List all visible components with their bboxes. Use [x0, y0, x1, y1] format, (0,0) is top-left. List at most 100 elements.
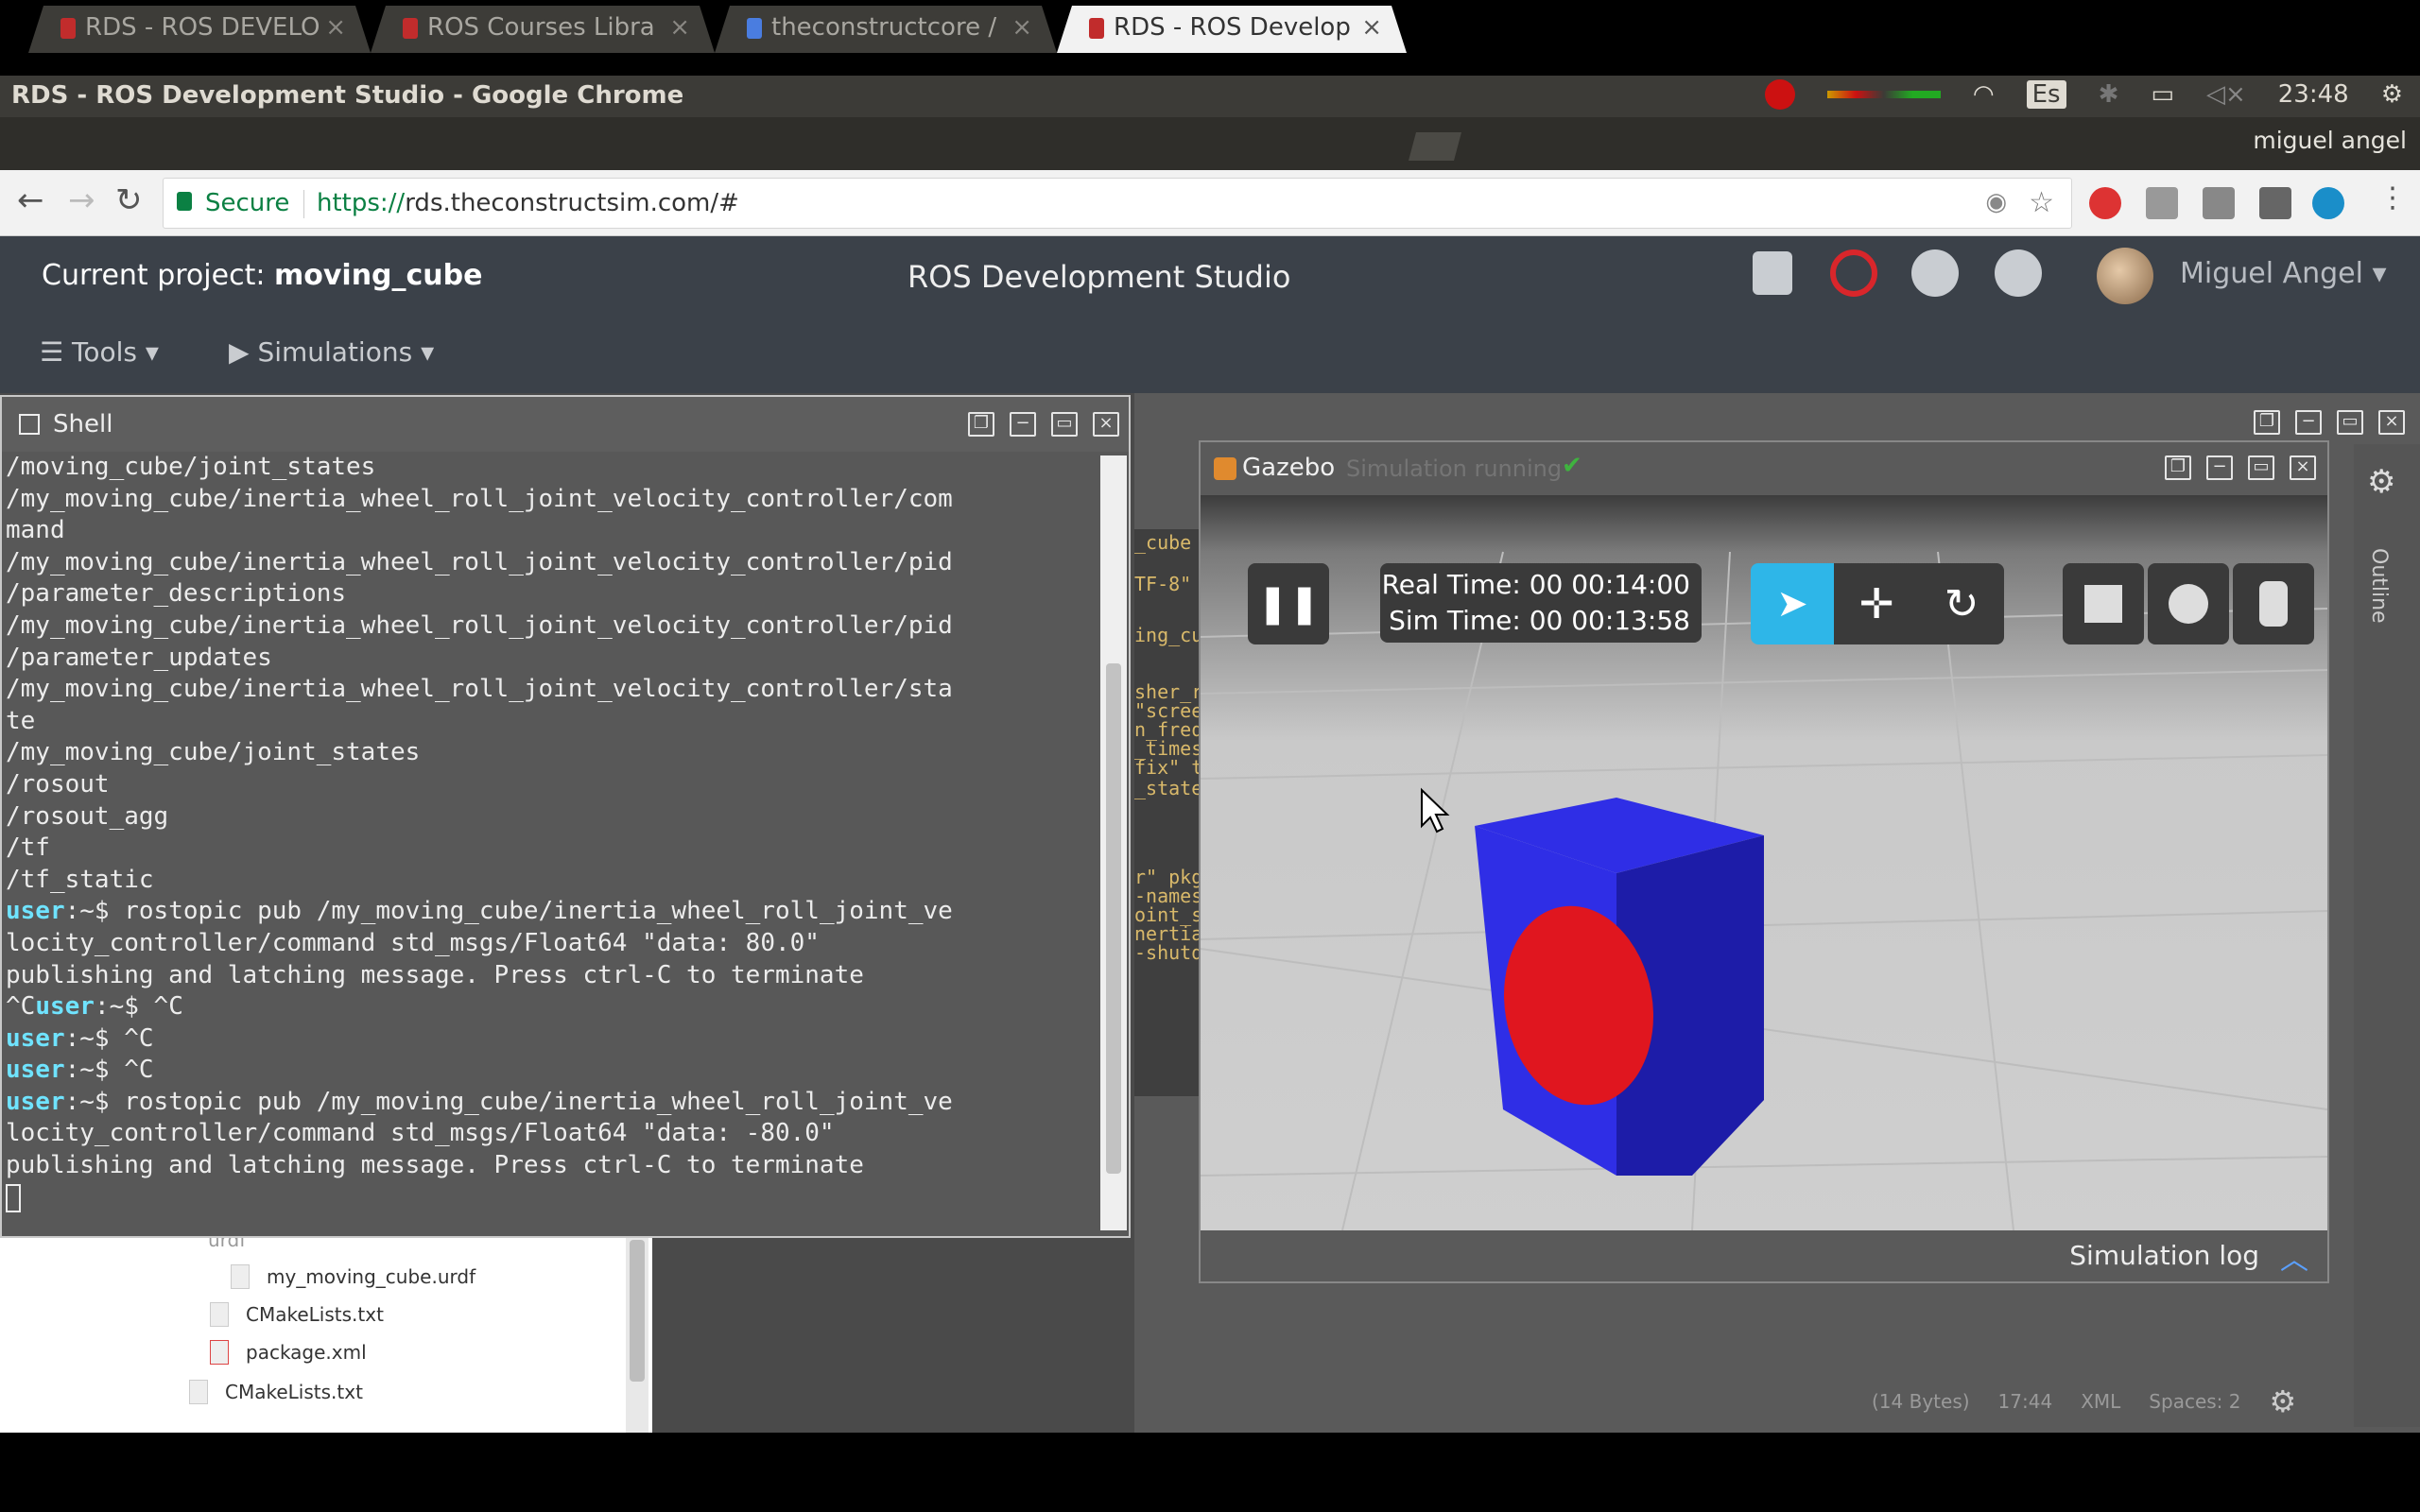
settings-gear-icon[interactable]: ⚙: [2269, 1383, 2296, 1419]
close-icon[interactable]: ×: [2378, 410, 2405, 435]
extension-blue-icon[interactable]: [2312, 187, 2344, 219]
tree-file[interactable]: CMakeLists.txt: [189, 1380, 363, 1404]
insert-sphere-button[interactable]: [2148, 563, 2229, 644]
line-text: mand: [6, 516, 65, 545]
url-field[interactable]: Secure https://rds.theconstructsim.com/#…: [163, 178, 2072, 229]
settings-gear-icon[interactable]: ⚙: [2381, 80, 2403, 109]
eyedropper-icon[interactable]: [2259, 187, 2291, 219]
line-text: locity_controller/command std_msgs/Float…: [6, 928, 820, 957]
terminal-line: publishing and latching message. Press c…: [6, 960, 1102, 992]
keyboard-layout[interactable]: Es: [2026, 80, 2066, 109]
tab-ros-courses[interactable]: ROS Courses Libra ×: [371, 6, 715, 53]
scroll-thumb[interactable]: [1106, 663, 1121, 1174]
terminal-line: locity_controller/command std_msgs/Float…: [6, 928, 1102, 960]
pause-button[interactable]: ❚❚: [1248, 563, 1329, 644]
chevron-up-icon[interactable]: ︿: [2280, 1236, 2308, 1278]
tab-theconstructcore[interactable]: theconstructcore / ×: [715, 6, 1057, 53]
insert-box-button[interactable]: [2063, 563, 2144, 644]
maximize-icon[interactable]: ▭: [2337, 410, 2363, 435]
close-tab-icon[interactable]: ×: [1361, 13, 1382, 42]
cube-model[interactable]: [1475, 798, 1764, 1176]
simulation-viewport[interactable]: ❚❚ Real Time: 00 00:14:00 Sim Time: 00 0…: [1201, 495, 2327, 1230]
restore-icon[interactable]: ❐: [2254, 410, 2280, 435]
tree-scrollbar[interactable]: [626, 1234, 648, 1433]
save-icon[interactable]: [1753, 251, 1792, 295]
clock[interactable]: 23:48: [2278, 80, 2349, 109]
scroll-thumb[interactable]: [630, 1240, 645, 1382]
simulations-menu[interactable]: ▶ Simulations ▾: [229, 336, 434, 368]
file-name: CMakeLists.txt: [225, 1381, 363, 1403]
wifi-icon[interactable]: ◠: [1973, 80, 1995, 109]
terminal-line: locity_controller/command std_msgs/Float…: [6, 1118, 1102, 1150]
lock-icon: [177, 192, 192, 211]
adblock-icon[interactable]: [2089, 187, 2121, 219]
shell-header[interactable]: Shell ❐ − ▭ ×: [2, 397, 1129, 452]
new-tab-button[interactable]: [1409, 132, 1461, 161]
tree-file[interactable]: my_moving_cube.urdf: [231, 1264, 475, 1289]
avatar[interactable]: [2097, 248, 2153, 304]
rds-favicon-icon: [1089, 18, 1104, 39]
clock-icon[interactable]: [1995, 249, 2042, 297]
file-icon: [210, 1302, 229, 1327]
maximize-icon[interactable]: ▭: [1051, 412, 1078, 437]
bluetooth-icon[interactable]: ✱: [2099, 80, 2119, 109]
terminal-scrollbar[interactable]: [1100, 455, 1127, 1230]
back-arrow-icon[interactable]: ←: [17, 181, 44, 219]
volume-icon[interactable]: ◁×: [2206, 80, 2246, 109]
translate-mode-button[interactable]: ✛: [1834, 563, 1919, 644]
sphere-icon: [2169, 584, 2208, 624]
terminal-line: publishing and latching message. Press c…: [6, 1150, 1102, 1182]
site-info-icon[interactable]: ◉: [1985, 188, 2007, 216]
close-icon[interactable]: ×: [1093, 412, 1119, 437]
user-menu[interactable]: Miguel Angel ▾: [2180, 257, 2387, 290]
bookmark-star-icon[interactable]: ☆: [2029, 186, 2054, 219]
close-tab-icon[interactable]: ×: [325, 13, 346, 42]
tools-menu[interactable]: ☰ Tools ▾: [40, 336, 159, 368]
restore-icon[interactable]: ❐: [2165, 455, 2191, 480]
close-tab-icon[interactable]: ×: [1011, 13, 1032, 42]
globe-icon[interactable]: [1911, 249, 1959, 297]
close-icon[interactable]: ×: [2290, 455, 2316, 480]
prompt-user: user: [35, 992, 95, 1022]
code-editor-fragment[interactable]: _cube TF-8" ing_cu sher_r "scree n_freq _times…: [1134, 529, 1201, 1096]
insert-cylinder-button[interactable]: [2233, 563, 2314, 644]
syntax-mode[interactable]: XML: [2081, 1390, 2120, 1413]
outline-label[interactable]: Outline: [2367, 548, 2391, 624]
shell-window: Shell ❐ − ▭ × /moving_cube/joint_states /…: [0, 395, 1131, 1238]
forward-arrow-icon[interactable]: →: [68, 181, 95, 219]
url-scheme: https://: [317, 189, 406, 217]
select-mode-button[interactable]: ➤: [1751, 563, 1834, 644]
minimize-icon[interactable]: −: [1010, 412, 1036, 437]
indent-setting[interactable]: Spaces: 2: [2149, 1390, 2240, 1413]
terminal-line: mand: [6, 515, 1102, 547]
power-icon[interactable]: [1830, 249, 1877, 297]
restore-icon[interactable]: ❐: [968, 412, 994, 437]
line-text: locity_controller/command std_msgs/Float…: [6, 1119, 835, 1148]
maximize-icon[interactable]: ▭: [2248, 455, 2274, 480]
tab-rds-active[interactable]: RDS - ROS Develop ×: [1057, 6, 1407, 53]
tab-rds-1[interactable]: RDS - ROS DEVELO ×: [28, 6, 371, 53]
prompt: user: [6, 1056, 65, 1085]
terminal-cursor[interactable]: [6, 1183, 21, 1212]
rotate-mode-button[interactable]: ↻: [1919, 563, 2004, 644]
simulations-label: Simulations: [257, 336, 413, 368]
tree-file[interactable]: CMakeLists.txt: [210, 1302, 384, 1327]
tree-file[interactable]: package.xml: [210, 1340, 367, 1365]
minimize-icon[interactable]: −: [2206, 455, 2233, 480]
evernote-icon[interactable]: [2203, 187, 2235, 219]
chrome-menu-icon[interactable]: ⋮: [2378, 181, 2407, 215]
terminal-output[interactable]: /moving_cube/joint_states/my_moving_cube…: [6, 452, 1102, 1232]
battery-icon[interactable]: ▭: [2151, 80, 2174, 109]
simulation-log-bar[interactable]: Simulation log ︿: [1201, 1230, 2327, 1281]
minimize-icon[interactable]: −: [2295, 410, 2322, 435]
gazebo-header[interactable]: Gazebo Simulation running ✔ ❐ − ▭ ×: [1201, 442, 2327, 495]
terminal-line: ^Cuser:~$ ^C: [6, 991, 1102, 1023]
line-text: /moving_cube/joint_states: [6, 453, 376, 481]
profile-name[interactable]: miguel angel: [2253, 127, 2407, 154]
settings-gear-icon[interactable]: ⚙: [2367, 463, 2395, 501]
reload-icon[interactable]: ↻: [115, 181, 143, 219]
extension-icon[interactable]: [2146, 187, 2178, 219]
terminal-line: /tf_static: [6, 865, 1102, 897]
record-icon[interactable]: [1764, 79, 1795, 110]
close-tab-icon[interactable]: ×: [669, 13, 690, 42]
